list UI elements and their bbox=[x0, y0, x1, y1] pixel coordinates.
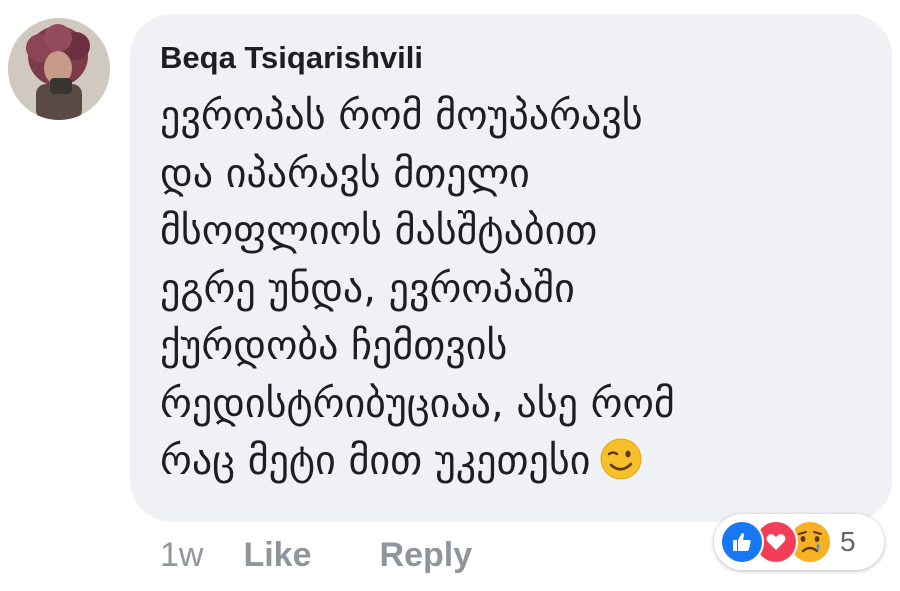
avatar-photo bbox=[8, 18, 110, 120]
comment-bubble: Beqa Tsiqarishvili ევროპას რომ მოუპარავს… bbox=[130, 14, 892, 522]
reactions-count: 5 bbox=[840, 526, 856, 557]
comment-text-line: მსოფლიოს მასშტაბით bbox=[160, 208, 598, 254]
comment-actions: 1w Like Reply bbox=[160, 528, 540, 582]
like-button[interactable]: Like bbox=[243, 536, 311, 575]
comment-text-line: რედისტრიბუციაა, ასე რომ bbox=[160, 380, 675, 427]
winking-face-emoji-icon bbox=[600, 438, 642, 480]
author-avatar[interactable] bbox=[8, 18, 110, 120]
comment-text-line: ევროპას რომ მოუპარავს bbox=[160, 93, 643, 139]
comment-text-line: და იპარავს მთელი bbox=[160, 150, 530, 197]
like-icon bbox=[720, 520, 764, 564]
reactions-summary[interactable]: 5 bbox=[714, 514, 884, 570]
comment-text-line: ქურდობა ჩემთვის bbox=[160, 323, 508, 369]
comment-text: ევროპას რომ მოუპარავს და იპარავს მთელი მ… bbox=[160, 88, 862, 491]
reply-button[interactable]: Reply bbox=[380, 536, 473, 575]
comment-author-name[interactable]: Beqa Tsiqarishvili bbox=[160, 40, 862, 76]
comment-text-line: რაც მეტი მით უკეთესი bbox=[160, 438, 591, 484]
comment-text-line: ეგრე უნდა, ევროპაში bbox=[160, 265, 575, 312]
comment-text-line-last: რაც მეტი მით უკეთესი bbox=[160, 433, 862, 491]
comment-timestamp[interactable]: 1w bbox=[160, 536, 203, 575]
